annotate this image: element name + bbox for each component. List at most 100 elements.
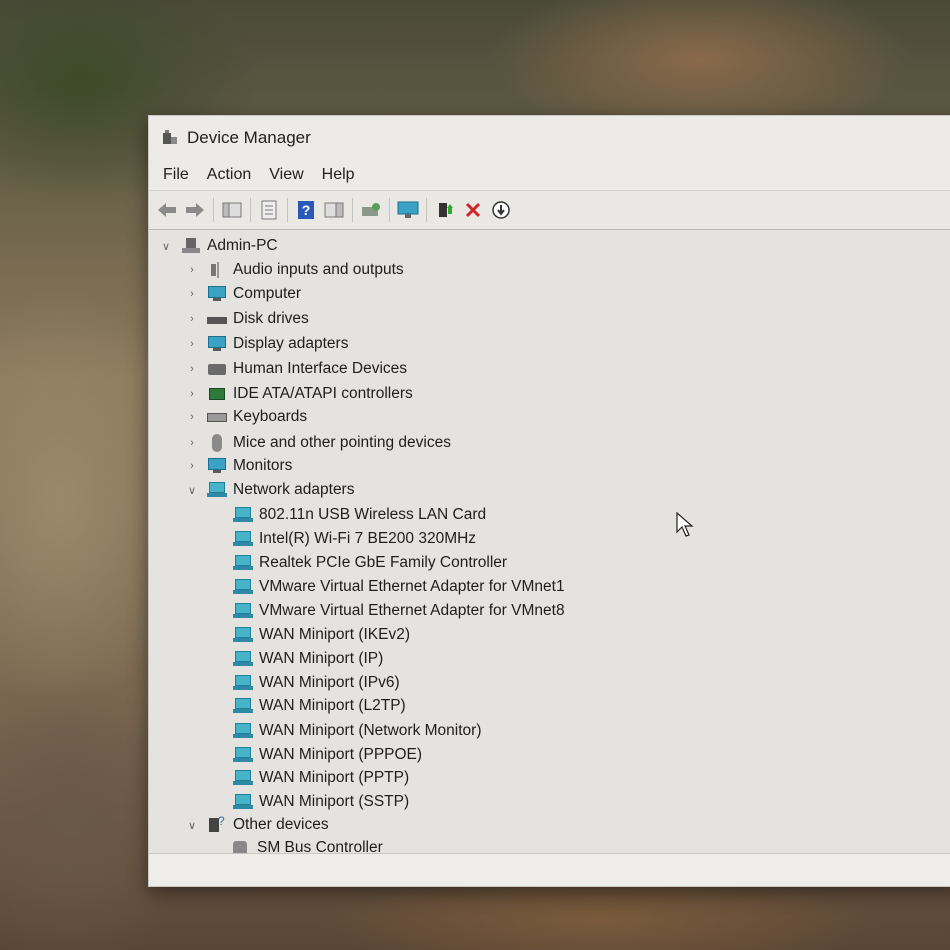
device-tree: ∨ Admin-PC › Audio inputs and outputs › …: [149, 230, 950, 854]
category-label: Mice and other pointing devices: [233, 434, 451, 451]
scan-hardware-changes-icon[interactable]: [357, 196, 385, 224]
monitor-icon[interactable]: [394, 196, 422, 224]
device-label: WAN Miniport (Network Monitor): [259, 722, 482, 739]
chevron-down-icon[interactable]: ∨: [159, 239, 173, 253]
uninstall-device-icon[interactable]: [459, 196, 487, 224]
network-adapter-icon: [233, 793, 253, 811]
chevron-down-icon[interactable]: ∨: [185, 818, 199, 832]
speaker-icon: [207, 261, 227, 279]
network-adapter-item[interactable]: 802.11n USB Wireless LAN Card: [225, 503, 486, 527]
network-adapter-icon: [233, 697, 253, 715]
menu-action[interactable]: Action: [201, 162, 257, 188]
chevron-right-icon[interactable]: ›: [185, 410, 199, 424]
disable-device-icon[interactable]: [487, 196, 515, 224]
network-adapter-item[interactable]: WAN Miniport (IPv6): [225, 671, 400, 695]
chevron-down-icon[interactable]: ∨: [185, 483, 199, 497]
monitor-icon: [207, 457, 227, 475]
category-disk-drives[interactable]: › Disk drives: [185, 307, 309, 331]
show-hide-console-tree-icon[interactable]: [218, 196, 246, 224]
toolbar-separator: [352, 198, 353, 222]
category-hid[interactable]: › Human Interface Devices: [185, 357, 407, 381]
network-adapter-item[interactable]: Realtek PCIe GbE Family Controller: [225, 551, 507, 575]
category-display-adapters[interactable]: › Display adapters: [185, 332, 348, 356]
category-ide[interactable]: › IDE ATA/ATAPI controllers: [185, 382, 413, 406]
toolbar: ?: [149, 190, 950, 230]
network-adapter-icon: [233, 554, 253, 572]
device-label: WAN Miniport (L2TP): [259, 697, 406, 714]
network-adapter-icon: [233, 746, 253, 764]
device-label: VMware Virtual Ethernet Adapter for VMne…: [259, 578, 565, 595]
network-adapter-item[interactable]: WAN Miniport (IP): [225, 647, 383, 671]
network-adapter-item[interactable]: WAN Miniport (PPPOE): [225, 743, 422, 767]
category-label: Keyboards: [233, 408, 308, 425]
category-label: Network adapters: [233, 481, 355, 498]
menu-bar: File Action View Help: [149, 160, 950, 190]
category-label: Human Interface Devices: [233, 360, 408, 377]
chevron-right-icon[interactable]: ›: [185, 387, 199, 401]
update-driver-icon[interactable]: [431, 196, 459, 224]
network-adapter-item[interactable]: WAN Miniport (PPTP): [225, 766, 409, 790]
network-adapter-item[interactable]: WAN Miniport (Network Monitor): [225, 719, 482, 743]
keyboard-icon: [207, 408, 227, 426]
network-adapter-item[interactable]: VMware Virtual Ethernet Adapter for VMne…: [225, 599, 565, 623]
device-label: SM Bus Controller: [257, 839, 383, 854]
chevron-right-icon[interactable]: ›: [185, 263, 199, 277]
menu-file[interactable]: File: [157, 162, 195, 188]
action-pane-icon[interactable]: [320, 196, 348, 224]
network-adapter-icon: [233, 602, 253, 620]
category-audio[interactable]: › Audio inputs and outputs: [185, 258, 404, 282]
network-adapter-item[interactable]: Intel(R) Wi-Fi 7 BE200 320MHz: [225, 527, 476, 551]
device-manager-icon: [161, 129, 179, 147]
category-label: Display adapters: [233, 335, 349, 352]
toolbar-separator: [213, 198, 214, 222]
network-adapter-icon: [207, 481, 227, 499]
device-label: WAN Miniport (IKEv2): [259, 626, 411, 643]
category-keyboards[interactable]: › Keyboards: [185, 405, 307, 429]
svg-text:?: ?: [302, 202, 311, 218]
device-manager-window: Device Manager File Action View Help ? ∨…: [148, 115, 950, 887]
chevron-right-icon[interactable]: ›: [185, 312, 199, 326]
category-network-adapters[interactable]: ∨ Network adapters: [185, 478, 355, 502]
chevron-right-icon[interactable]: ›: [185, 287, 199, 301]
menu-help[interactable]: Help: [316, 162, 361, 188]
tree-root[interactable]: ∨ Admin-PC: [159, 234, 278, 258]
device-label: VMware Virtual Ethernet Adapter for VMne…: [259, 602, 565, 619]
chevron-right-icon[interactable]: ›: [185, 459, 199, 473]
title-bar[interactable]: Device Manager: [149, 116, 950, 160]
toolbar-separator: [287, 198, 288, 222]
category-mice[interactable]: › Mice and other pointing devices: [185, 431, 451, 455]
menu-view[interactable]: View: [263, 162, 309, 188]
category-label: Other devices: [233, 816, 329, 833]
chevron-right-icon[interactable]: ›: [185, 362, 199, 376]
network-adapter-item[interactable]: WAN Miniport (L2TP): [225, 694, 406, 718]
device-label: Realtek PCIe GbE Family Controller: [259, 554, 508, 571]
network-adapter-icon: [233, 626, 253, 644]
device-label: WAN Miniport (IP): [259, 650, 384, 667]
chevron-right-icon[interactable]: ›: [185, 436, 199, 450]
chevron-right-icon[interactable]: ›: [185, 337, 199, 351]
category-monitors[interactable]: › Monitors: [185, 454, 292, 478]
category-label: Disk drives: [233, 310, 309, 327]
device-label: WAN Miniport (PPPOE): [259, 746, 423, 763]
other-device-item[interactable]: SM Bus Controller: [223, 836, 383, 854]
hid-icon: [207, 360, 227, 378]
category-label: Audio inputs and outputs: [233, 261, 404, 278]
device-label: 802.11n USB Wireless LAN Card: [259, 506, 487, 523]
computer-monitor-icon: [207, 285, 227, 303]
network-adapter-item[interactable]: WAN Miniport (IKEv2): [225, 623, 410, 647]
network-adapter-item[interactable]: WAN Miniport (SSTP): [225, 790, 409, 814]
back-icon[interactable]: [153, 196, 181, 224]
network-adapter-icon: [233, 722, 253, 740]
help-icon[interactable]: ?: [292, 196, 320, 224]
properties-icon[interactable]: [255, 196, 283, 224]
network-adapter-item[interactable]: VMware Virtual Ethernet Adapter for VMne…: [225, 575, 565, 599]
computer-icon: [181, 237, 201, 255]
toolbar-separator: [389, 198, 390, 222]
category-label: Monitors: [233, 457, 293, 474]
forward-icon[interactable]: [181, 196, 209, 224]
network-adapter-icon: [233, 674, 253, 692]
display-adapter-icon: [207, 335, 227, 353]
category-label: IDE ATA/ATAPI controllers: [233, 385, 413, 402]
category-other-devices[interactable]: ∨ Other devices: [185, 813, 329, 837]
category-computer[interactable]: › Computer: [185, 282, 301, 306]
